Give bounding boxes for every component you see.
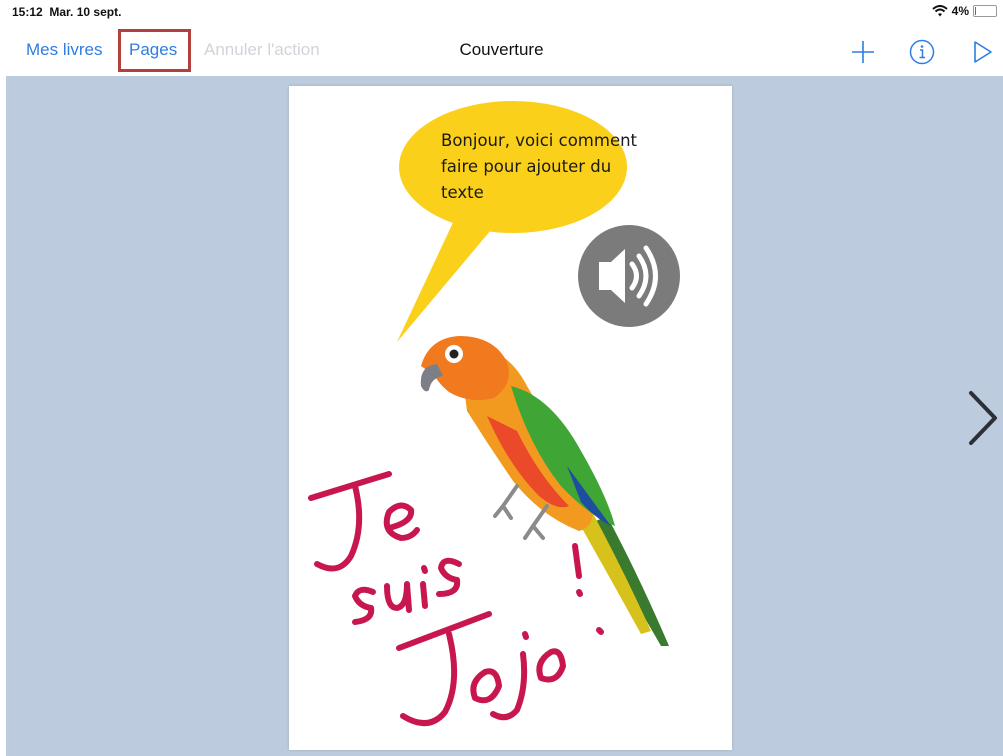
plus-icon[interactable] — [851, 40, 875, 64]
speech-bubble-text: Bonjour, voici comment faire pour ajoute… — [441, 128, 661, 206]
undo-button[interactable]: Annuler l'action — [204, 24, 320, 76]
my-books-button[interactable]: Mes livres — [26, 24, 103, 76]
chevron-right-icon[interactable] — [966, 388, 1000, 448]
status-right: 4% — [932, 4, 997, 18]
bubble-line: faire pour ajouter du — [441, 157, 612, 176]
battery-percent: 4% — [951, 4, 969, 18]
page-canvas-area: Bonjour, voici comment faire pour ajoute… — [6, 76, 1003, 756]
bubble-line: Bonjour, voici comment — [441, 131, 638, 150]
status-time: 15:12 Mar. 10 sept. — [12, 5, 121, 19]
battery-level — [975, 7, 976, 15]
wifi-icon — [932, 5, 948, 17]
play-icon[interactable] — [972, 40, 994, 64]
status-bar: 15:12 Mar. 10 sept. 4% — [0, 0, 1003, 24]
book-page[interactable]: Bonjour, voici comment faire pour ajoute… — [289, 86, 732, 750]
toolbar: Mes livres Pages Annuler l'action Couver… — [0, 24, 1003, 76]
clock: 15:12 — [12, 5, 43, 19]
battery-icon — [973, 5, 997, 17]
speaker-icon[interactable] — [578, 225, 680, 327]
date: Mar. 10 sept. — [49, 5, 122, 19]
pages-highlight-frame — [118, 29, 191, 72]
bubble-line: texte — [441, 183, 484, 202]
info-icon[interactable] — [909, 39, 935, 65]
parrot-image[interactable] — [420, 336, 669, 646]
